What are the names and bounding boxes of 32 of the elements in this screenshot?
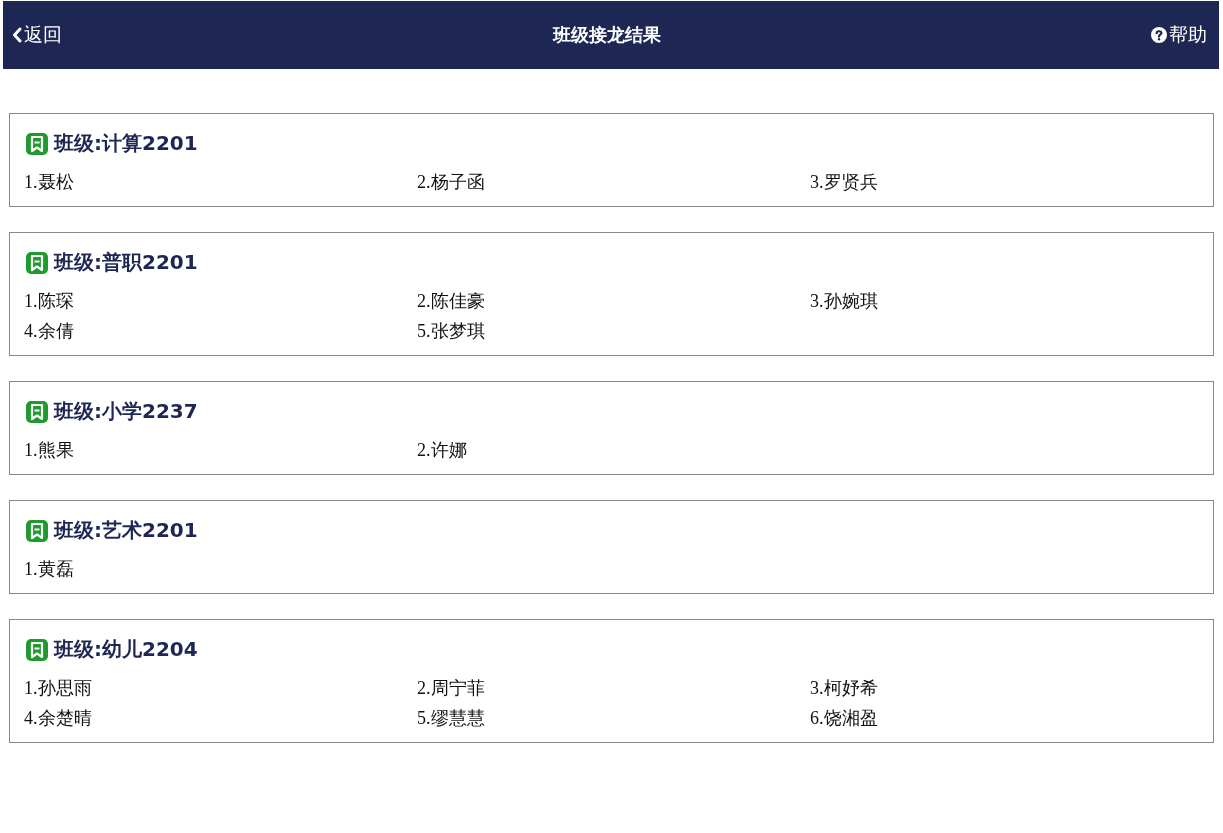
member-name: 3.孙婉琪 — [810, 290, 878, 313]
class-title: 班级:幼儿2204 — [54, 636, 198, 663]
bookmark-icon — [26, 638, 48, 661]
member-name: 2.周宁菲 — [417, 677, 485, 700]
bookmark-icon — [26, 132, 48, 155]
help-icon — [1151, 27, 1167, 43]
member-name: 2.陈佳豪 — [417, 290, 485, 313]
page-title: 班级接龙结果 — [552, 23, 661, 47]
member-name: 5.张梦琪 — [417, 320, 485, 343]
class-title: 班级:小学2237 — [54, 398, 198, 425]
bookmark-icon — [26, 400, 48, 423]
member-name: 1.黄磊 — [24, 558, 74, 581]
class-title: 班级:普职2201 — [54, 249, 198, 276]
class-title: 班级:计算2201 — [54, 130, 198, 157]
member-name: 1.熊果 — [24, 439, 74, 462]
member-name: 4.余倩 — [24, 320, 74, 343]
member-name: 2.杨子函 — [417, 171, 485, 194]
member-name: 6.饶湘盈 — [810, 707, 878, 730]
member-name: 1.陈琛 — [24, 290, 74, 313]
bookmark-icon — [26, 519, 48, 542]
back-link[interactable]: 返回 — [12, 22, 62, 48]
member-name: 1.聂松 — [24, 171, 74, 194]
member-name: 3.罗贤兵 — [810, 171, 878, 194]
help-link[interactable]: 帮助 — [1151, 22, 1207, 48]
chevron-left-icon — [12, 27, 22, 43]
class-title: 班级:艺术2201 — [54, 517, 198, 544]
member-name: 5.缪慧慧 — [417, 707, 485, 730]
member-name: 2.许娜 — [417, 439, 467, 462]
member-name: 3.柯妤希 — [810, 677, 878, 700]
bookmark-icon — [26, 251, 48, 274]
member-name: 4.余楚晴 — [24, 707, 92, 730]
member-name: 1.孙思雨 — [24, 677, 92, 700]
